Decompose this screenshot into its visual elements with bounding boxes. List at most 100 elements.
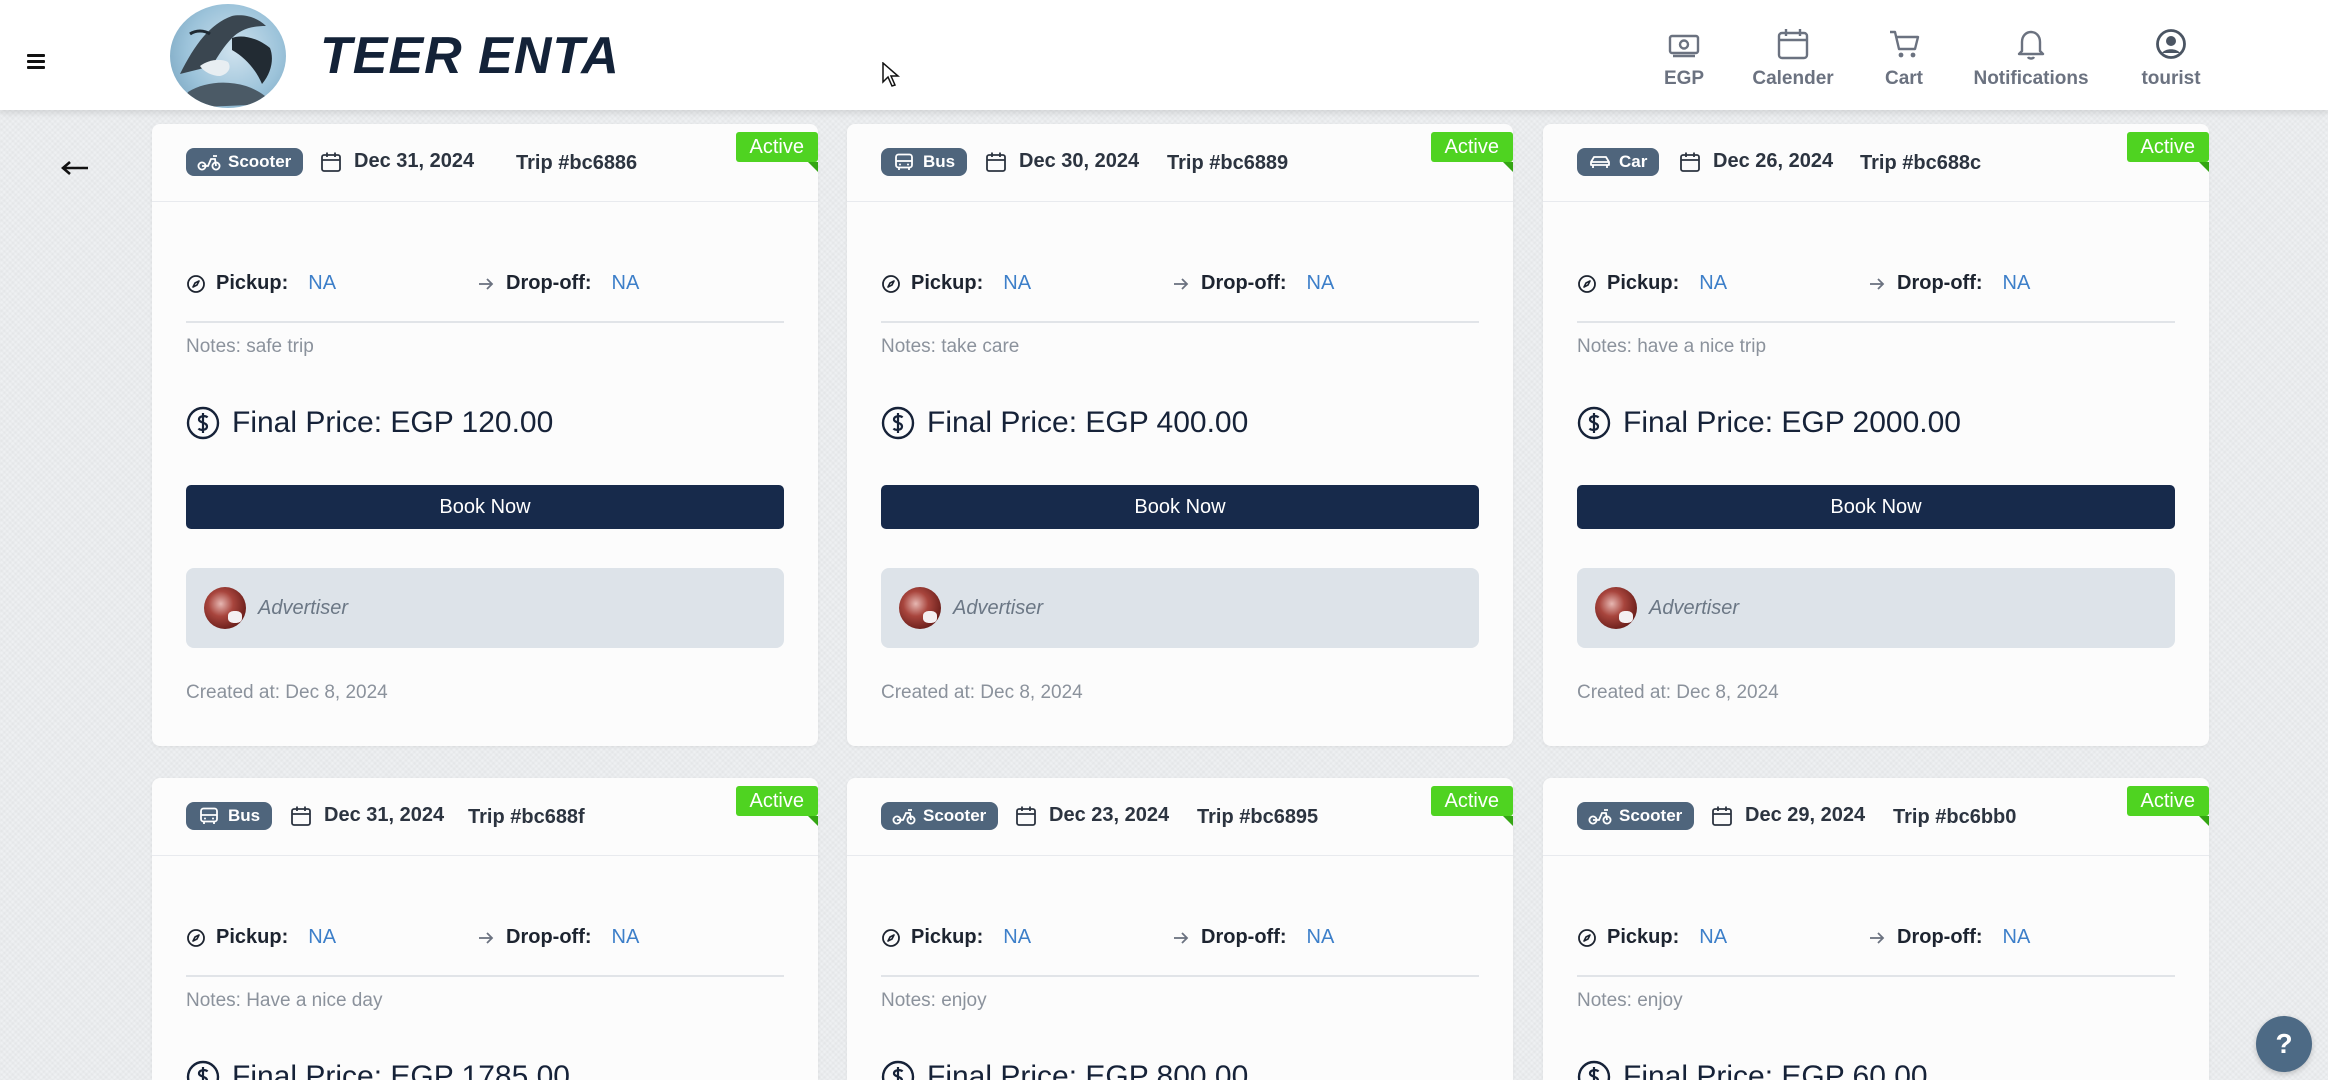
vehicle-label: Car [1619,152,1648,171]
help-button[interactable]: ? [2256,1016,2312,1072]
compass-icon [1577,274,1597,294]
dropoff: Drop-off: NA [1171,926,1334,949]
divider [186,975,784,977]
pickup-label: Pickup: [216,926,289,948]
trip-id: Trip #bc688f [468,806,585,828]
calendar-icon [1777,29,1809,60]
nav-notifications[interactable]: Notifications [1970,28,2092,98]
price-text: Final Price: EGP 800.00 [927,1060,1249,1080]
dropoff: Drop-off: NA [1867,272,2030,295]
date-text: Dec 29, 2024 [1745,804,1866,826]
trip-card: Car Dec 26, 2024 Trip #bc688c Active Pic… [1543,124,2209,746]
brand-name[interactable]: TEER ENTA [320,26,620,86]
vehicle-label: Scooter [228,152,292,171]
compass-icon [881,928,901,948]
vehicle-badge: Bus [881,148,968,176]
user-circle-icon [2156,29,2186,59]
dollar-circle-icon [881,1060,915,1080]
back-arrow-icon[interactable] [58,156,92,180]
created-at: Created at: Dec 8, 2024 [186,682,388,703]
calendar-icon [1679,151,1701,173]
menu-icon[interactable] [22,49,52,73]
trip-notes: Notes: have a nice trip [1577,336,1767,357]
pickup: Pickup: NA [186,272,336,295]
pickup-value: NA [1699,272,1728,294]
pickup: Pickup: NA [186,926,336,949]
pickup-value: NA [308,272,337,294]
vehicle-badge: Car [1577,148,1660,176]
dropoff-label: Drop-off: [506,926,592,948]
nav-calendar[interactable]: Calender [1750,28,1836,98]
calendar-icon [290,805,312,827]
pickup: Pickup: NA [881,272,1031,295]
trip-notes: Notes: safe trip [186,336,314,357]
dropoff-label: Drop-off: [1897,926,1983,948]
pickup-label: Pickup: [216,272,289,294]
status-badge: Active [2126,786,2209,826]
avatar [1595,587,1637,629]
price-text: Final Price: EGP 1785.00 [232,1060,570,1080]
arrow-right-icon [1867,274,1887,294]
final-price: Final Price: EGP 800.00 [881,1060,1248,1080]
trip-card: Bus Dec 31, 2024 Trip #bc688f Active Pic… [152,778,818,1080]
dropoff-value: NA [2002,926,2031,948]
book-now-button[interactable]: Book Now [1577,485,2175,529]
final-price: Final Price: EGP 120.00 [186,406,553,440]
route-row: Pickup: NA Drop-off: NA [881,272,1481,302]
money-icon [1668,34,1700,58]
date-text: Dec 31, 2024 [354,150,475,172]
advertiser-box[interactable]: Advertiser [881,568,1479,648]
bus-icon [196,807,222,825]
date-text: Dec 31, 2024 [324,804,445,826]
status-badge: Active [735,786,818,826]
final-price: Final Price: EGP 60.00 [1577,1060,1928,1080]
date-text: Dec 26, 2024 [1713,150,1834,172]
trip-id: Trip #bc688c [1860,152,1982,174]
dropoff-value: NA [2002,272,2031,294]
calendar-icon [1711,805,1733,827]
trip-notes: Notes: enjoy [881,990,987,1011]
status-badge: Active [2126,132,2209,172]
pickup-value: NA [1003,272,1032,294]
bus-icon [891,153,917,171]
pickup: Pickup: NA [881,926,1031,949]
book-now-button[interactable]: Book Now [881,485,1479,529]
vehicle-label: Scooter [923,806,987,825]
status-badge: Active [1430,132,1513,172]
advertiser-box[interactable]: Advertiser [1577,568,2175,648]
dollar-circle-icon [186,1060,220,1080]
nav-cart[interactable]: Cart [1880,28,1928,98]
vehicle-label: Scooter [1619,806,1683,825]
dropoff-value: NA [611,926,640,948]
dollar-circle-icon [881,406,915,440]
compass-icon [186,928,206,948]
trip-date: Dec 31, 2024 [290,804,444,827]
nav-profile[interactable]: tourist [2136,28,2206,98]
nav-label: tourist [2141,68,2201,89]
pickup-label: Pickup: [1607,272,1680,294]
calendar-icon [985,151,1007,173]
price-text: Final Price: EGP 60.00 [1623,1060,1928,1080]
trip-id: Trip #bc6bb0 [1893,806,2017,828]
advertiser-box[interactable]: Advertiser [186,568,784,648]
trip-id: Trip #bc6889 [1167,152,1289,174]
dropoff: Drop-off: NA [476,272,639,295]
advertiser-label: Advertiser [1649,596,1740,619]
arrow-right-icon [1867,928,1887,948]
status-badge: Active [1430,786,1513,826]
avatar [899,587,941,629]
dropoff: Drop-off: NA [476,926,639,949]
book-now-button[interactable]: Book Now [186,485,784,529]
trip-date: Dec 26, 2024 [1679,150,1833,173]
price-text: Final Price: EGP 400.00 [927,406,1249,439]
final-price: Final Price: EGP 400.00 [881,406,1248,440]
created-at: Created at: Dec 8, 2024 [881,682,1083,703]
top-header: TEER ENTA EGP Calender Cart Notification… [0,0,2328,110]
nav-currency-egp[interactable]: EGP [1660,28,1708,98]
cart-icon [1890,30,1920,58]
route-row: Pickup: NA Drop-off: NA [1577,926,2177,956]
final-price: Final Price: EGP 1785.00 [186,1060,570,1080]
vehicle-badge: Scooter [186,148,304,176]
brand-logo[interactable] [170,4,286,108]
trip-notes: Notes: take care [881,336,1020,357]
